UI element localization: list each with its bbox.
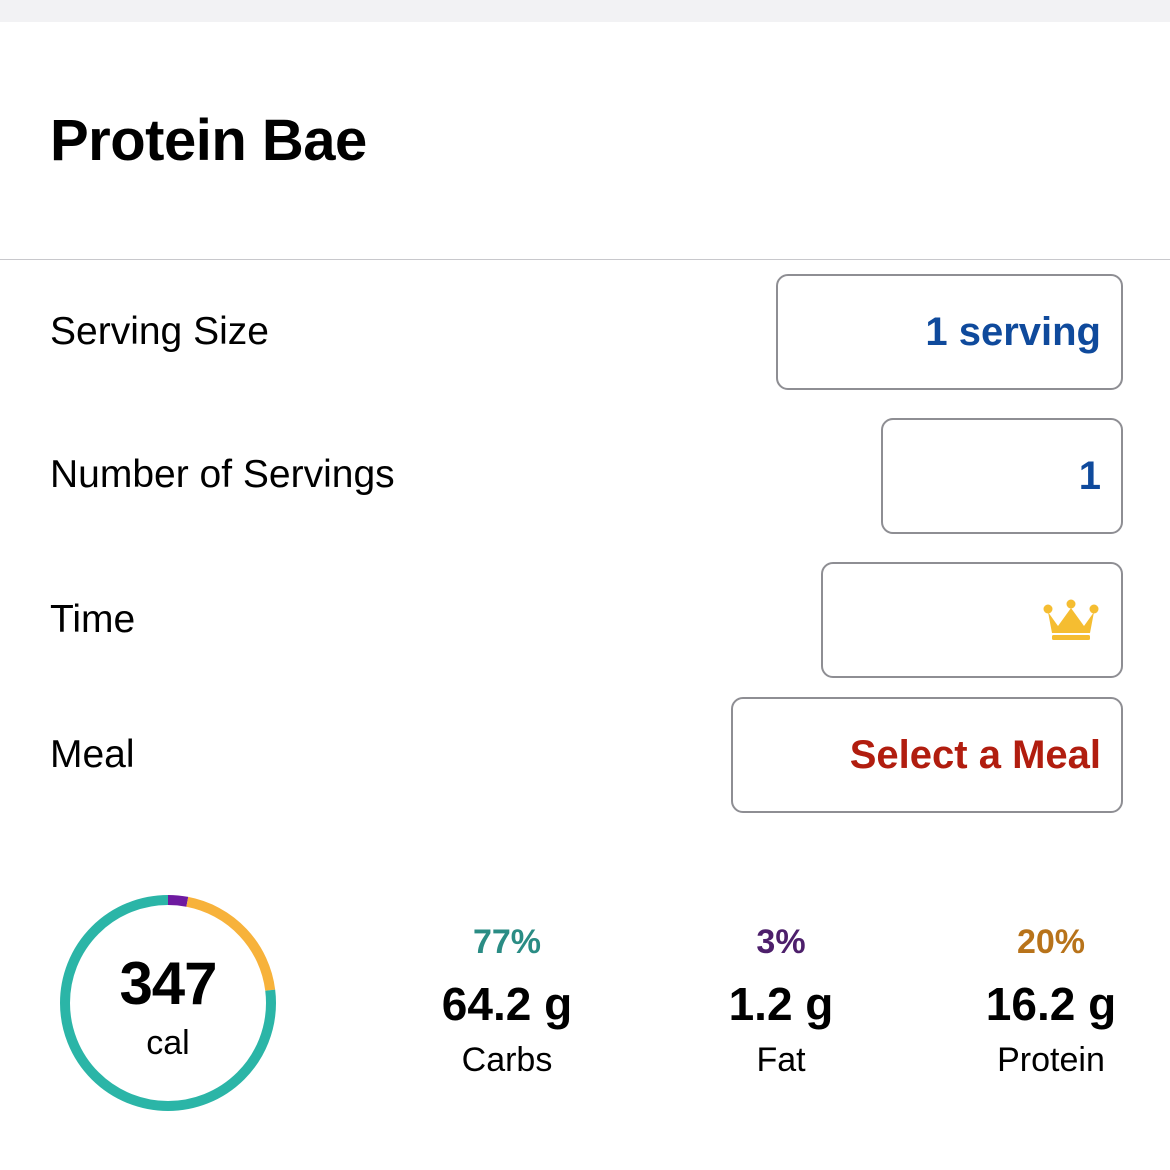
calorie-unit: cal: [146, 1024, 190, 1062]
macro-fat: 3% 1.2 g Fat: [661, 922, 901, 1080]
divider: [0, 259, 1170, 260]
number-of-servings-field[interactable]: 1: [881, 418, 1123, 534]
meal-label: Meal: [50, 733, 135, 776]
macro-protein: 20% 16.2 g Protein: [931, 922, 1170, 1080]
number-of-servings-label: Number of Servings: [50, 453, 395, 496]
top-strip: [0, 0, 1170, 22]
carbs-label: Carbs: [461, 1041, 553, 1079]
macro-carbs: 77% 64.2 g Carbs: [387, 922, 627, 1080]
time-field[interactable]: [821, 562, 1123, 678]
number-of-servings-value: 1: [1078, 454, 1101, 498]
fat-amount: 1.2 g: [728, 978, 834, 1030]
time-label: Time: [50, 598, 136, 641]
fat-label: Fat: [756, 1041, 806, 1079]
meal-value: Select a Meal: [849, 733, 1101, 777]
calorie-value: 347: [119, 950, 217, 1017]
serving-size-value: 1 serving: [925, 310, 1101, 354]
page-title: Protein Bae: [50, 108, 367, 173]
food-entry-screen: Protein Bae Serving Size 1 serving Numbe…: [0, 0, 1170, 1170]
calorie-ring: 347 cal: [55, 890, 281, 1116]
carbs-amount: 64.2 g: [441, 978, 573, 1030]
serving-size-label: Serving Size: [50, 310, 269, 353]
serving-size-field[interactable]: 1 serving: [776, 274, 1123, 390]
fat-percent: 3%: [756, 923, 806, 961]
protein-label: Protein: [997, 1041, 1105, 1079]
crown-icon: [1043, 599, 1099, 640]
protein-percent: 20%: [1016, 923, 1086, 961]
protein-amount: 16.2 g: [985, 978, 1117, 1030]
carbs-percent: 77%: [472, 923, 542, 961]
meal-field[interactable]: Select a Meal: [731, 697, 1123, 813]
